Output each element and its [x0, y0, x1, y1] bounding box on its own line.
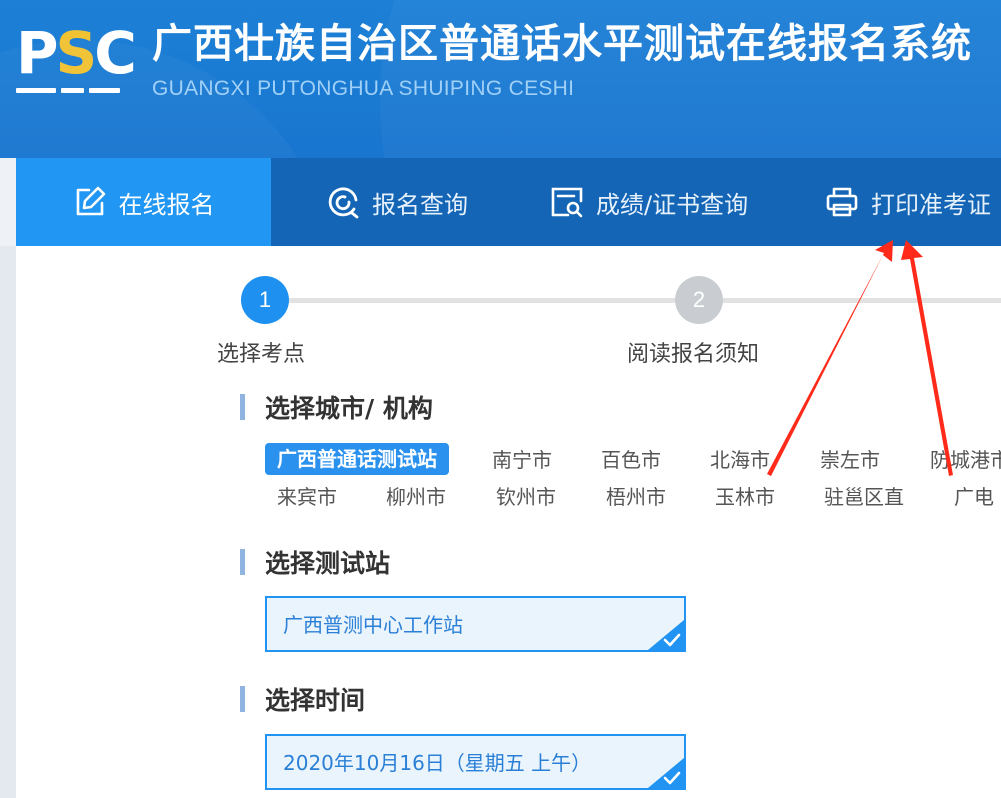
- step-connector: [289, 298, 675, 303]
- step-1-indicator: 1: [241, 276, 289, 324]
- site-header: PSC 广西壮族自治区普通话水平测试在线报名系统 GUANGXI PUTONGH…: [0, 0, 1001, 158]
- time-value: 2020年10月16日（星期五 上午）: [283, 751, 592, 775]
- city-option[interactable]: 梧州市: [606, 483, 666, 511]
- step-1-label: 选择考点: [217, 342, 306, 367]
- station-select-card[interactable]: 广西普测中心工作站: [265, 596, 686, 652]
- main-content: [16, 246, 1001, 798]
- city-option[interactable]: 防城港市: [930, 446, 1001, 474]
- section-header-time: 选择时间: [240, 684, 366, 715]
- city-option[interactable]: 崇左市: [820, 446, 880, 474]
- nav-item-score-certificate-query[interactable]: 成绩/证书查询: [550, 158, 748, 246]
- city-option[interactable]: 南宁市: [492, 446, 552, 474]
- step-connector: [723, 298, 1001, 303]
- site-subtitle: GUANGXI PUTONGHUA SHUIPING CESHI: [152, 77, 575, 100]
- nav-item-online-registration[interactable]: 在线报名: [16, 158, 271, 246]
- section-header-station: 选择测试站: [240, 547, 391, 578]
- site-title: 广西壮族自治区普通话水平测试在线报名系统: [152, 21, 972, 67]
- station-value: 广西普测中心工作站: [283, 613, 463, 637]
- check-icon: [663, 771, 681, 785]
- section-title: 选择城市/ 机构: [265, 394, 433, 423]
- city-option[interactable]: 柳州市: [386, 483, 446, 511]
- edit-icon: [73, 185, 107, 219]
- city-option[interactable]: 玉林市: [715, 483, 775, 511]
- city-option[interactable]: 北海市: [710, 446, 770, 474]
- section-header-city: 选择城市/ 机构: [240, 392, 433, 423]
- nav-item-registration-query[interactable]: 报名查询: [326, 158, 468, 246]
- section-title: 选择时间: [265, 686, 366, 715]
- city-option[interactable]: 驻邕区直: [824, 483, 904, 511]
- psc-logo: PSC: [16, 24, 137, 98]
- city-option[interactable]: 百色市: [601, 446, 661, 474]
- printer-icon: [825, 185, 859, 219]
- city-option-selected[interactable]: 广西普通话测试站: [265, 443, 449, 475]
- city-option[interactable]: 来宾市: [277, 483, 337, 511]
- city-option[interactable]: 广电: [954, 483, 994, 511]
- search-refresh-icon: [326, 185, 360, 219]
- main-nav: 在线报名 报名查询 成绩/证书查询 打印准考证: [16, 158, 1001, 246]
- left-gutter: [0, 246, 16, 798]
- check-icon: [663, 633, 681, 647]
- certificate-search-icon: [550, 185, 584, 219]
- step-2-indicator: 2: [675, 276, 723, 324]
- nav-item-print-admission-ticket[interactable]: 打印准考证: [825, 158, 991, 246]
- time-select-card[interactable]: 2020年10月16日（星期五 上午）: [265, 734, 686, 790]
- step-2-label: 阅读报名须知: [627, 342, 760, 367]
- city-option[interactable]: 钦州市: [496, 483, 556, 511]
- section-title: 选择测试站: [265, 549, 391, 578]
